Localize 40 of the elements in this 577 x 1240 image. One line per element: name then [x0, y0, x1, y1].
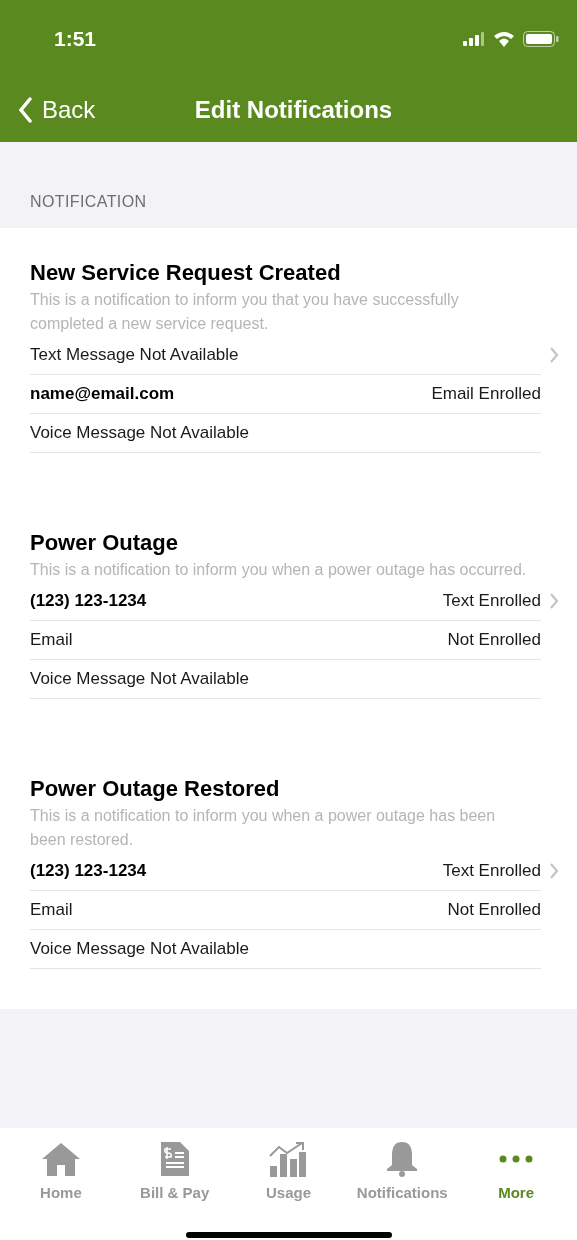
enrollment-status: Not Enrolled — [447, 629, 541, 652]
notification-title: Power Outage Restored — [30, 775, 281, 803]
tab-item[interactable]: Usage — [233, 1140, 344, 1205]
signal-icon — [463, 32, 485, 46]
tab-item[interactable]: More — [461, 1140, 572, 1205]
channel-label: name@email.com — [30, 383, 175, 406]
section-header: NOTIFICATION — [30, 192, 147, 212]
notification-title: Power Outage — [30, 529, 179, 557]
tab-item[interactable]: Home — [5, 1140, 116, 1205]
notification-description: This is a notification to inform you when a power outage has occurred. — [30, 560, 528, 580]
battery-icon — [523, 31, 559, 47]
bell-icon — [386, 1141, 419, 1177]
channel-label: Voice Message Not Available — [30, 422, 249, 445]
chevron-right-icon[interactable] — [549, 862, 559, 880]
channel-label: Voice Message Not Available — [30, 938, 249, 961]
enrollment-status: Text Enrolled — [442, 590, 541, 613]
chevron-left-icon — [18, 97, 32, 123]
chevron-right-icon[interactable] — [549, 346, 559, 364]
notification-title: New Service Request Created — [30, 259, 342, 287]
enrollment-status: Email Enrolled — [431, 383, 541, 406]
channel-label: Text Message Not Available — [30, 344, 239, 367]
back-button[interactable]: Back — [18, 92, 96, 128]
bill-icon — [159, 1141, 190, 1177]
channel-label: Voice Message Not Available — [30, 668, 249, 691]
channel-label: (123) 123-1234 — [30, 860, 147, 883]
chevron-right-icon[interactable] — [549, 592, 559, 610]
status-time: 1:51 — [54, 26, 97, 53]
channel-label: Email — [30, 899, 73, 922]
notification-description: This is a notification to inform you that you have successfully completed a new service request. — [30, 290, 460, 334]
page-title: Edit Notifications — [194, 95, 393, 125]
wifi-icon — [493, 31, 515, 47]
enrollment-status: Text Enrolled — [442, 860, 541, 883]
notification-description: This is a notification to inform you when a power outage has been been restored. — [30, 806, 497, 850]
enrollment-status: Not Enrolled — [447, 899, 541, 922]
channel-label: Email — [30, 629, 73, 652]
tab-item[interactable]: Bill & Pay — [119, 1140, 230, 1205]
more-icon — [498, 1154, 535, 1164]
channel-label: (123) 123-1234 — [30, 590, 147, 613]
bar-chart-icon — [269, 1141, 308, 1177]
tab-item[interactable]: Notifications — [347, 1140, 458, 1205]
